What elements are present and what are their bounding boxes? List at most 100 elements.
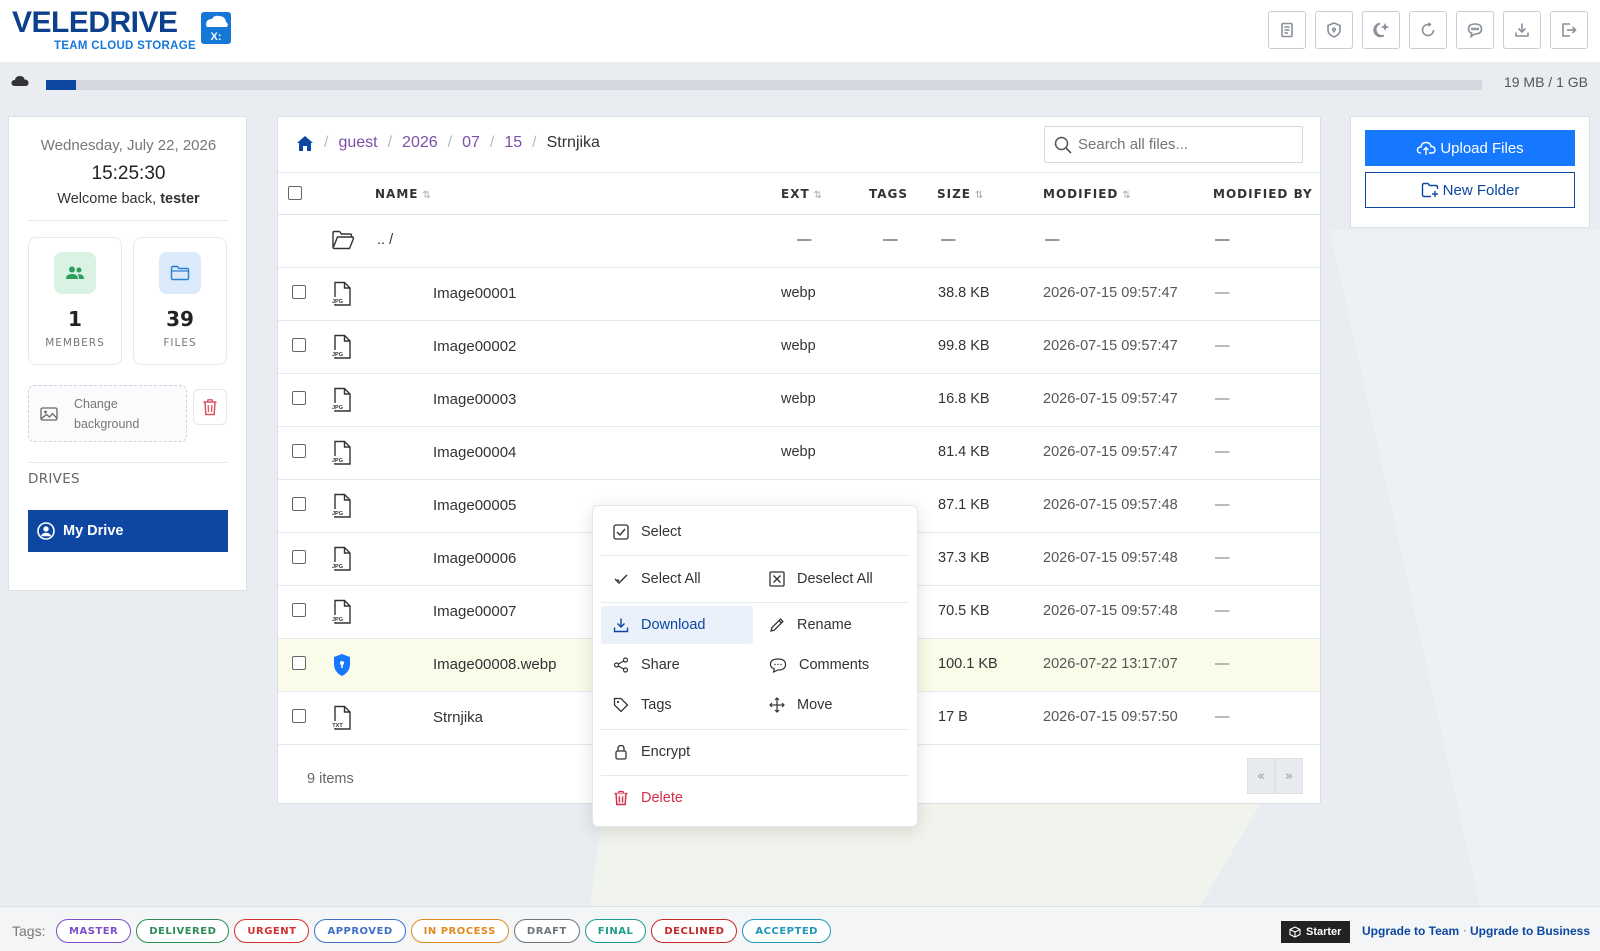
- prev-page-button[interactable]: «: [1247, 758, 1275, 794]
- menu-item-deselect-all[interactable]: Deselect All: [757, 560, 909, 598]
- cell-name[interactable]: Image00002: [433, 338, 516, 355]
- row-checkbox[interactable]: [292, 391, 306, 405]
- remove-background-button[interactable]: [193, 389, 227, 425]
- cell-name[interactable]: Image00007: [433, 603, 516, 620]
- table-row[interactable]: JPG Image00002 webp 99.8 KB 2026-07-15 09:57…: [278, 321, 1320, 374]
- tag-chip[interactable]: DRAFT: [513, 919, 580, 943]
- cell-name[interactable]: Image00001: [433, 285, 516, 302]
- breadcrumb-link[interactable]: 07: [462, 134, 480, 152]
- tag-chip[interactable]: FINAL: [584, 919, 647, 943]
- upload-files-button[interactable]: Upload Files: [1365, 130, 1575, 166]
- cell-modified: 2026-07-15 09:57:48: [1043, 550, 1178, 566]
- cell-tags: —: [883, 232, 898, 248]
- cell-name[interactable]: Image00003: [433, 391, 516, 408]
- tag-chip[interactable]: APPROVED: [314, 919, 406, 943]
- files-card[interactable]: 39 FILES: [133, 237, 227, 365]
- menu-item-select-all[interactable]: Select All: [601, 560, 753, 598]
- svg-text:JPG: JPG: [332, 564, 343, 570]
- cell-size: 37.3 KB: [938, 550, 990, 566]
- breadcrumb-current: Strnjika: [546, 134, 600, 151]
- upgrade-to-team-link[interactable]: Upgrade to Team: [1362, 924, 1459, 938]
- sidebar-item-my-drive[interactable]: My Drive: [28, 510, 228, 552]
- files-count: 39: [166, 307, 194, 331]
- menu-item-tags[interactable]: Tags: [601, 686, 753, 724]
- cell-name[interactable]: Strnjika: [433, 709, 483, 726]
- cell-name[interactable]: Image00008.webp: [433, 656, 556, 673]
- file-icon: JPG: [332, 334, 351, 359]
- parent-folder-row[interactable]: .. / — — — — —: [278, 215, 1320, 268]
- column-name-label: NAME: [375, 187, 419, 201]
- members-card[interactable]: 1 MEMBERS: [28, 237, 122, 365]
- sort-icon: ⇅: [1122, 190, 1132, 201]
- menu-item-download[interactable]: Download: [601, 606, 753, 644]
- row-checkbox[interactable]: [292, 603, 306, 617]
- logout-button[interactable]: [1550, 11, 1588, 49]
- notes-button[interactable]: [1268, 11, 1306, 49]
- menu-item-encrypt[interactable]: Encrypt: [601, 733, 909, 771]
- refresh-icon: [1421, 22, 1435, 37]
- row-checkbox[interactable]: [292, 656, 306, 670]
- row-checkbox[interactable]: [292, 444, 306, 458]
- welcome-prefix: Welcome back,: [57, 191, 157, 207]
- column-ext[interactable]: EXT ⇅: [781, 187, 823, 201]
- download-all-button[interactable]: [1503, 11, 1541, 49]
- menu-item-share[interactable]: Share: [601, 646, 753, 684]
- cell-size: 100.1 KB: [938, 656, 998, 672]
- breadcrumb-link[interactable]: guest: [338, 134, 377, 152]
- cell-ext: webp: [781, 285, 816, 301]
- svg-text:JPG: JPG: [332, 299, 343, 305]
- folder-open-icon: [332, 230, 355, 250]
- row-checkbox[interactable]: [292, 709, 306, 723]
- refresh-button[interactable]: [1409, 11, 1447, 49]
- folder-plus-icon: [1421, 182, 1438, 198]
- brand-logo[interactable]: VELEDRIVE TEAM CLOUD STORAGE X:: [12, 8, 231, 52]
- file-icon: TXT: [332, 705, 351, 730]
- column-size[interactable]: SIZE ⇅: [937, 187, 984, 201]
- tag-chip[interactable]: DELIVERED: [136, 919, 230, 943]
- select-all-checkbox[interactable]: [288, 186, 302, 200]
- chat-button[interactable]: [1456, 11, 1494, 49]
- column-name[interactable]: NAME ⇅: [375, 187, 432, 201]
- menu-item-delete[interactable]: Delete: [601, 779, 909, 817]
- tag-list: MASTER DELIVERED URGENT APPROVED IN PROCESS D…: [56, 919, 831, 943]
- square-x-icon: [769, 571, 785, 587]
- table-row[interactable]: JPG Image00001 webp 38.8 KB 2026-07-15 09:57…: [278, 268, 1320, 321]
- table-row[interactable]: JPG Image00003 webp 16.8 KB 2026-07-15 09:57…: [278, 374, 1320, 427]
- column-modified[interactable]: MODIFIED ⇅: [1043, 187, 1132, 201]
- menu-item-comments[interactable]: Comments: [757, 646, 909, 684]
- cell-name[interactable]: Image00005: [433, 497, 516, 514]
- security-button[interactable]: [1315, 11, 1353, 49]
- row-checkbox[interactable]: [292, 285, 306, 299]
- menu-item-move[interactable]: Move: [757, 686, 909, 724]
- tag-chip[interactable]: ACCEPTED: [742, 919, 831, 943]
- tag-chip[interactable]: MASTER: [56, 919, 132, 943]
- download-icon: [1515, 23, 1529, 37]
- file-icon: JPG: [332, 387, 351, 412]
- breadcrumb-link[interactable]: 15: [504, 134, 522, 152]
- menu-label: Download: [641, 617, 706, 633]
- change-background-button[interactable]: Change background: [28, 385, 187, 442]
- dark-mode-button[interactable]: [1362, 11, 1400, 49]
- new-folder-button[interactable]: New Folder: [1365, 172, 1575, 208]
- table-row[interactable]: JPG Image00004 webp 81.4 KB 2026-07-15 09:57…: [278, 427, 1320, 480]
- cell-name[interactable]: Image00006: [433, 550, 516, 567]
- tag-chip[interactable]: URGENT: [234, 919, 310, 943]
- home-icon[interactable]: [296, 135, 314, 152]
- row-checkbox[interactable]: [292, 550, 306, 564]
- plan-badge: Starter: [1281, 921, 1351, 943]
- menu-item-rename[interactable]: Rename: [757, 606, 909, 644]
- cell-name[interactable]: Image00004: [433, 444, 516, 461]
- search-box[interactable]: [1044, 126, 1303, 163]
- search-input[interactable]: [1078, 136, 1288, 153]
- upgrade-separator: ·: [1463, 924, 1467, 938]
- search-icon: [1054, 136, 1072, 154]
- menu-item-select[interactable]: Select: [601, 513, 909, 551]
- row-checkbox[interactable]: [292, 497, 306, 511]
- row-checkbox[interactable]: [292, 338, 306, 352]
- next-page-button[interactable]: »: [1275, 758, 1303, 794]
- tag-chip[interactable]: DECLINED: [651, 919, 738, 943]
- upgrade-to-business-link[interactable]: Upgrade to Business: [1470, 924, 1590, 938]
- column-size-label: SIZE: [937, 187, 972, 201]
- breadcrumb-link[interactable]: 2026: [402, 134, 438, 152]
- tag-chip[interactable]: IN PROCESS: [410, 919, 509, 943]
